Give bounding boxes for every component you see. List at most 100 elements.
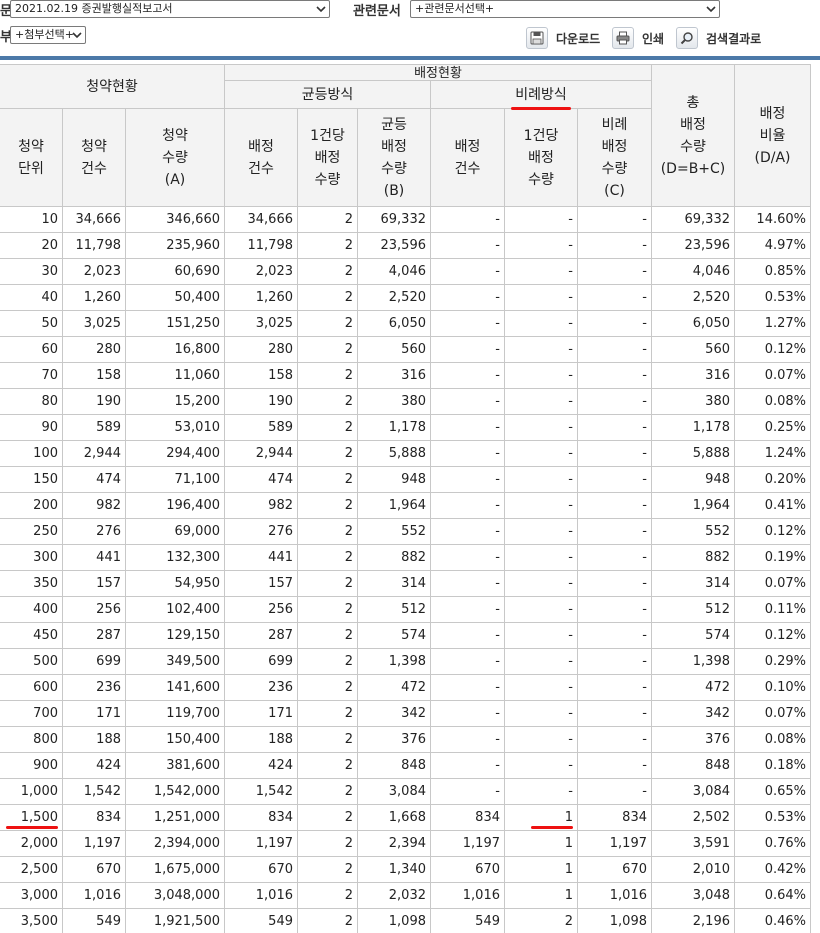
cell-pr-count: -	[430, 466, 505, 493]
cell-value: 342	[401, 706, 426, 721]
cell-eq-per: 2	[297, 830, 358, 857]
table-row: 80 190 15,200 190 2 380 - - - 380 0.08%	[0, 388, 811, 415]
cell-value: 2,032	[388, 888, 426, 903]
cell-pr-count: -	[430, 752, 505, 779]
cell-value: 800	[33, 732, 58, 747]
cell-eq-per: 2	[297, 518, 358, 545]
viewer-toolbar: 문 2021.02.19 증권발행실적보고서 관련문서 +관련문서선택+ 부 +…	[0, 0, 820, 60]
cell-pr-qty: -	[577, 414, 652, 441]
cell-eq-count: 171	[224, 700, 298, 727]
chevron-down-icon	[72, 32, 82, 39]
cell-total-qty: 848	[651, 752, 735, 779]
cell-eq-count: 188	[224, 726, 298, 753]
cell-total-qty: 376	[651, 726, 735, 753]
cell-value: -	[642, 576, 647, 591]
header-text: 배정	[601, 138, 628, 155]
cell-value: 280	[268, 342, 293, 357]
cell-value: 30	[41, 264, 58, 279]
cell-ratio: 0.11%	[734, 596, 811, 623]
header-text: 배정	[381, 138, 407, 155]
cell-pr-qty: -	[577, 258, 652, 285]
cell-value: 670	[268, 862, 293, 877]
cell-value: 600	[33, 680, 58, 695]
cell-eq-count: 982	[224, 492, 298, 519]
cell-value: 1,964	[692, 498, 730, 513]
cell-value: 381,600	[166, 758, 220, 773]
cell-value: 0.08%	[764, 732, 806, 747]
cell-eq-qty: 342	[357, 700, 431, 727]
cell-pr-qty: 834	[577, 804, 652, 831]
cell-value: 1,340	[388, 862, 426, 877]
cell-value: 316	[705, 368, 730, 383]
cell-total-qty: 314	[651, 570, 735, 597]
cell-ratio: 0.07%	[734, 362, 811, 389]
cell-pr-qty: -	[577, 570, 652, 597]
cell-value: -	[568, 758, 573, 773]
cell-value: 441	[268, 550, 293, 565]
cell-value: 6,050	[692, 316, 730, 331]
cell-eq-qty: 1,178	[357, 414, 431, 441]
cell-sub-unit: 60	[0, 336, 63, 363]
cell-ratio: 0.07%	[734, 570, 811, 597]
cell-value: 34,666	[247, 212, 294, 227]
cell-value: 349,500	[166, 654, 220, 669]
cell-total-qty: 380	[651, 388, 735, 415]
cell-sub-unit: 80	[0, 388, 63, 415]
table-row: 40 1,260 50,400 1,260 2 2,520 - - - 2,520 0.53%	[0, 284, 811, 311]
cell-sub-count: 549	[62, 908, 126, 933]
related-docs-select[interactable]: +관련문서선택+	[410, 0, 720, 18]
cell-sub-qty: 15,200	[125, 388, 225, 415]
print-button[interactable]: 인쇄	[612, 27, 664, 49]
header-eq-count: 배정 건수	[224, 108, 298, 207]
cell-sub-count: 287	[62, 622, 126, 649]
allocation-table: 청약현황 배정현황 총 배정 수량 (D=B+C) 배정 비율 (D/A) 균등…	[0, 64, 811, 933]
cell-eq-per: 2	[297, 232, 358, 259]
download-button[interactable]: 다운로드	[526, 27, 600, 49]
cell-value: 512	[705, 602, 730, 617]
cell-value: -	[495, 654, 500, 669]
cell-sub-count: 589	[62, 414, 126, 441]
cell-value: 2	[344, 316, 353, 331]
cell-value: 0.12%	[764, 342, 806, 357]
cell-sub-unit: 1,000	[0, 778, 63, 805]
report-date-select[interactable]: 2021.02.19 증권발행실적보고서	[10, 0, 330, 18]
cell-value: -	[495, 628, 500, 643]
cell-pr-qty: -	[577, 596, 652, 623]
cell-sub-unit: 450	[0, 622, 63, 649]
cell-pr-per: -	[504, 414, 578, 441]
attachment-select[interactable]: +첨부선택+	[10, 26, 86, 44]
header-total-alloc-qty: 총 배정 수량 (D=B+C)	[651, 64, 735, 207]
cell-value: 69,332	[380, 212, 427, 227]
cell-value: 53,010	[174, 420, 221, 435]
cell-value: 119,700	[166, 706, 220, 721]
cell-value: 589	[96, 420, 121, 435]
cell-pr-per: -	[504, 492, 578, 519]
header-text: 건수	[81, 160, 107, 177]
cell-sub-qty: 381,600	[125, 752, 225, 779]
cell-eq-qty: 2,520	[357, 284, 431, 311]
cell-sub-count: 982	[62, 492, 126, 519]
cell-value: 589	[268, 420, 293, 435]
cell-value: -	[568, 602, 573, 617]
cell-value: 2	[344, 524, 353, 539]
cell-pr-count: -	[430, 700, 505, 727]
attachment-select-value: +첨부선택+	[15, 28, 74, 41]
cell-eq-per: 2	[297, 206, 358, 233]
cell-value: 294,400	[166, 446, 220, 461]
back-to-search-results-button[interactable]: 검색결과로	[676, 27, 761, 49]
cell-eq-qty: 316	[357, 362, 431, 389]
cell-sub-count: 1,542	[62, 778, 126, 805]
cell-value: 882	[401, 550, 426, 565]
cell-eq-per: 2	[297, 674, 358, 701]
cell-sub-count: 188	[62, 726, 126, 753]
cell-value: 342	[705, 706, 730, 721]
cell-pr-per: 1	[504, 856, 578, 883]
header-text: 1건당	[310, 127, 345, 144]
cell-eq-qty: 69,332	[357, 206, 431, 233]
cell-total-qty: 5,888	[651, 440, 735, 467]
cell-ratio: 0.07%	[734, 700, 811, 727]
cell-pr-per: -	[504, 466, 578, 493]
cell-sub-unit: 2,500	[0, 856, 63, 883]
cell-value: -	[495, 550, 500, 565]
header-text: (C)	[604, 182, 625, 199]
